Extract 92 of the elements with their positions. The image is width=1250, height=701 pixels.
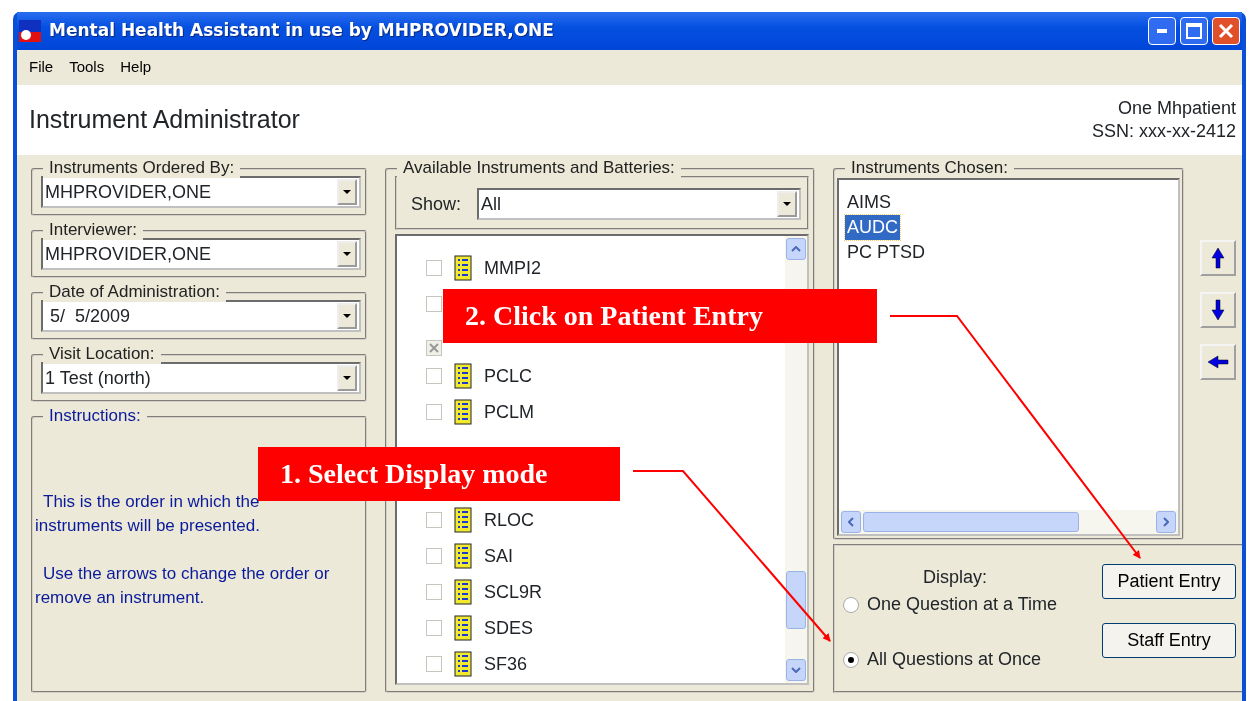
field-label: Date of Administration:	[43, 282, 227, 302]
caret-icon	[783, 202, 791, 206]
checkbox[interactable]	[426, 296, 442, 312]
move-down-button[interactable]	[1200, 292, 1236, 328]
caret-icon	[343, 314, 351, 318]
window-title: Mental Health Assistant in use by MHPROVIDER,ONE	[49, 19, 554, 43]
chevron-down-icon	[791, 667, 801, 673]
show-dropdown[interactable]: All	[477, 188, 801, 220]
scroll-left-button[interactable]	[841, 511, 861, 533]
form-icon	[454, 507, 472, 533]
checkbox[interactable]	[426, 512, 442, 528]
caret-icon	[343, 252, 351, 256]
instrument-name[interactable]: SAI	[484, 542, 513, 570]
dropdown-button[interactable]	[337, 303, 357, 329]
menu-item[interactable]: Tools	[61, 54, 113, 81]
arrow-left-icon	[1207, 355, 1229, 369]
dropdown-field[interactable]: 5/ 5/2009	[41, 300, 361, 332]
arrow-down-icon	[1211, 299, 1225, 321]
checkbox[interactable]	[426, 260, 442, 276]
radio-button[interactable]	[843, 651, 859, 668]
instrument-name[interactable]: PCLC	[484, 362, 532, 390]
radio-button[interactable]	[843, 596, 859, 613]
show-label: Show:	[411, 192, 462, 216]
close-icon	[1218, 23, 1234, 39]
callout-label: 1. Select Display mode	[258, 447, 620, 501]
form-icon	[454, 615, 472, 641]
chevron-left-icon	[848, 517, 854, 527]
maximize-button[interactable]	[1180, 17, 1208, 45]
instrument-name[interactable]: SCL9R	[484, 578, 543, 606]
minimize-icon	[1157, 29, 1167, 33]
menu-item[interactable]: Help	[112, 54, 160, 81]
chosen-item[interactable]: AIMS	[845, 190, 893, 215]
checkbox[interactable]	[426, 404, 442, 420]
field-label: Visit Location:	[43, 344, 161, 364]
field-label: Instruments Ordered By:	[43, 158, 241, 178]
dropdown-button[interactable]	[777, 191, 797, 217]
display-label: Display:	[922, 566, 989, 589]
checkbox[interactable]	[426, 584, 442, 600]
horizontal-scrollbar[interactable]	[839, 510, 1178, 534]
form-icon	[454, 543, 472, 569]
form-icon	[454, 579, 472, 605]
scroll-up-button[interactable]	[786, 238, 806, 260]
chosen-item[interactable]: PC PTSD	[845, 240, 927, 265]
close-button[interactable]	[1212, 17, 1240, 45]
maximize-icon	[1186, 23, 1202, 39]
radio-option[interactable]: One Question at a Time	[843, 591, 1102, 618]
caret-icon	[343, 376, 351, 380]
page-title: Instrument Administrator	[29, 104, 300, 136]
form-icon	[454, 651, 472, 677]
entry-button[interactable]: Staff Entry	[1102, 623, 1236, 658]
instrument-name[interactable]: PCLM	[484, 398, 534, 426]
entry-button[interactable]: Patient Entry	[1102, 564, 1236, 599]
move-up-button[interactable]	[1200, 240, 1236, 276]
checkbox[interactable]	[426, 368, 442, 384]
patient-name: One Mhpatient	[1116, 96, 1236, 120]
scroll-right-button[interactable]	[1156, 511, 1176, 533]
chevron-up-icon	[791, 246, 801, 252]
instrument-name[interactable]: RLOC	[484, 506, 534, 534]
scroll-thumb[interactable]	[863, 512, 1079, 532]
field-label: Interviewer:	[43, 220, 143, 240]
chevron-right-icon	[1163, 517, 1169, 527]
app-icon	[19, 20, 41, 42]
chosen-item[interactable]: AUDC	[845, 215, 900, 240]
scroll-thumb[interactable]	[786, 571, 806, 629]
callout-label: 2. Click on Patient Entry	[443, 289, 877, 343]
arrow-up-icon	[1211, 247, 1225, 269]
instrument-name[interactable]: SF36	[484, 650, 528, 678]
instructions-text: This is the order in which the instruments will be presented.	[35, 491, 261, 537]
dropdown-button[interactable]	[337, 241, 357, 267]
minimize-button[interactable]	[1148, 17, 1176, 45]
dropdown-field[interactable]: 1 Test (north)	[41, 362, 361, 394]
form-icon	[454, 255, 472, 281]
group-label: Available Instruments and Batteries:	[397, 158, 681, 178]
instructions-text: Use the arrows to change the order or remove an instrument.	[35, 563, 331, 609]
checkbox[interactable]	[426, 340, 442, 356]
radio-option[interactable]: All Questions at Once	[843, 646, 1102, 673]
caret-icon	[343, 190, 351, 194]
form-icon	[454, 399, 472, 425]
checkbox[interactable]	[426, 548, 442, 564]
menu-item[interactable]: File	[21, 54, 62, 81]
form-icon	[454, 363, 472, 389]
dropdown-field[interactable]: MHPROVIDER,ONE	[41, 238, 361, 270]
instrument-name[interactable]: MMPI2	[484, 254, 541, 282]
scroll-down-button[interactable]	[786, 659, 806, 681]
instrument-name[interactable]: SDES	[484, 614, 534, 642]
patient-ssn: SSN: xxx-xx-2412	[1091, 120, 1236, 143]
dropdown-button[interactable]	[337, 179, 357, 205]
checkbox[interactable]	[426, 620, 442, 636]
dropdown-button[interactable]	[337, 365, 357, 391]
dropdown-field[interactable]: MHPROVIDER,ONE	[41, 176, 361, 208]
checkbox[interactable]	[426, 656, 442, 672]
remove-button[interactable]	[1200, 344, 1236, 380]
